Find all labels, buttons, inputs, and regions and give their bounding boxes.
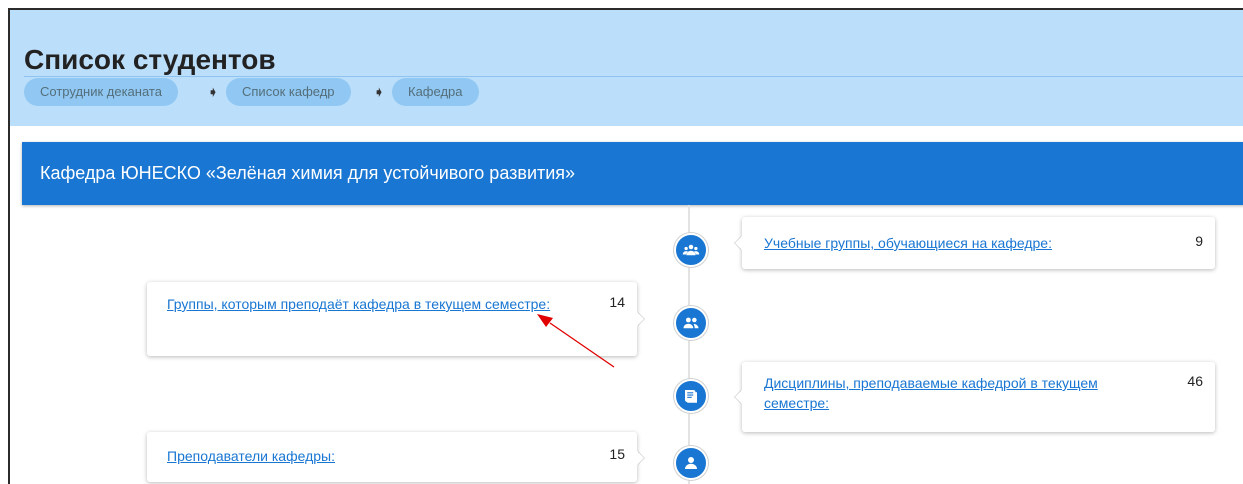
annotation-arrow — [537, 314, 615, 368]
app-frame: Список студентов Сотрудник деканата ➧ Сп… — [8, 8, 1243, 484]
